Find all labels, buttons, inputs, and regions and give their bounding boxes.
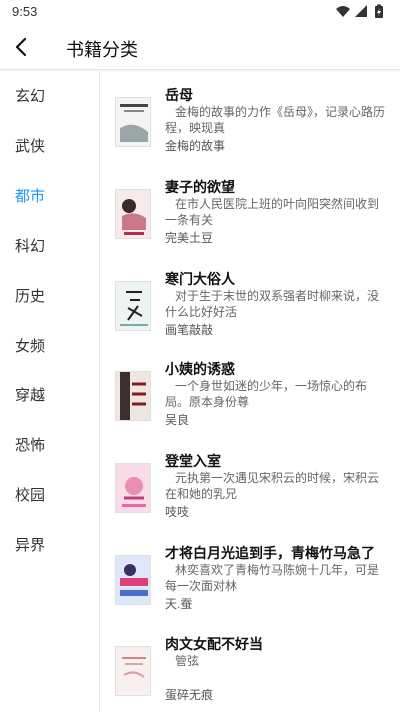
book-item[interactable]: 肉文女配不好当 管弦 蛋碎无痕 [101,634,400,712]
book-cover [115,463,151,513]
book-item[interactable]: 才将白月光追到手，青梅竹马急了 林奕喜欢了青梅竹马陈婉十几年，可是每一次面对林 … [101,543,400,633]
wifi-icon [336,6,350,17]
book-author: 吴良 [165,413,190,427]
category-item[interactable]: 异界 [15,534,85,558]
app-bar: 书籍分类 [0,24,400,70]
book-title: 肉文女配不好当 [165,636,263,652]
book-list: 岳母 金梅的故事的力作《岳母》，记录心路历程，映现真 金梅的故事 妻子的欲望 在… [101,71,400,712]
book-title: 寒门大俗人 [165,271,235,287]
book-author: 金梅的故事 [165,139,226,153]
book-title: 小姨的诱惑 [165,361,235,377]
book-description: 金梅的故事的力作《岳母》，记录心路历程，映现真 [165,105,385,135]
status-time: 9:53 [12,4,38,19]
book-description: 管弦 [175,654,200,668]
book-description: 元执第一次遇见宋积云的时候，宋积云在和她的乳兄 [165,471,380,501]
back-arrow-icon [15,37,27,57]
book-cover [115,97,151,147]
battery-icon [375,4,383,18]
category-item[interactable]: 恐怖 [15,434,85,458]
status-bar: 9:53 [0,0,400,24]
book-description: 一个身世如迷的少年，一场惊心的布局。原本身份尊 [165,379,368,409]
book-item[interactable]: 小姨的诱惑 一个身世如迷的少年，一场惊心的布局。原本身份尊 吴良 [101,359,400,449]
book-title: 岳母 [165,87,193,103]
book-title: 妻子的欲望 [165,179,235,195]
book-author: 蛋碎无痕 [165,688,214,702]
book-author: 吱吱 [165,505,190,519]
category-item[interactable]: 玄幻 [15,85,85,109]
book-author: 完美土豆 [165,231,214,245]
book-item[interactable]: 寒门大俗人 对于生于末世的双系强者时柳来说，没什么比好好活 画笔敲敲 [101,269,400,359]
category-item[interactable]: 校园 [15,484,85,508]
book-cover [115,646,151,696]
book-item[interactable]: 岳母 金梅的故事的力作《岳母》，记录心路历程，映现真 金梅的故事 [101,85,400,175]
book-cover [115,189,151,239]
book-author: 画笔敲敲 [165,323,214,337]
book-description: 对于生于末世的双系强者时柳来说，没什么比好好活 [165,289,380,319]
signal-icon [355,5,367,17]
book-cover [115,555,151,605]
book-cover [115,371,151,421]
back-button[interactable] [8,33,36,61]
book-author: 天.蚕 [165,597,193,611]
page-title: 书籍分类 [66,40,138,60]
category-sidebar: 玄幻 武侠 都市 科幻 历史 女频 穿越 恐怖 校园 异界 [0,71,100,712]
book-cover [115,281,151,331]
category-item[interactable]: 女频 [15,335,85,359]
category-item[interactable]: 科幻 [15,235,85,259]
book-title: 才将白月光追到手，青梅竹马急了 [165,545,375,561]
category-item[interactable]: 武侠 [15,135,85,159]
book-description: 林奕喜欢了青梅竹马陈婉十几年，可是每一次面对林 [165,563,380,593]
book-description: 在市人民医院上班的叶向阳突然间收到一条有关 [165,197,380,227]
category-item-active[interactable]: 都市 [15,185,85,209]
book-item[interactable]: 登堂入室 元执第一次遇见宋积云的时候，宋积云在和她的乳兄 吱吱 [101,451,400,541]
status-icons [334,4,390,20]
category-item[interactable]: 穿越 [15,384,85,408]
book-item[interactable]: 妻子的欲望 在市人民医院上班的叶向阳突然间收到一条有关 完美土豆 [101,177,400,267]
book-title: 登堂入室 [165,453,221,469]
category-item[interactable]: 历史 [15,285,85,309]
